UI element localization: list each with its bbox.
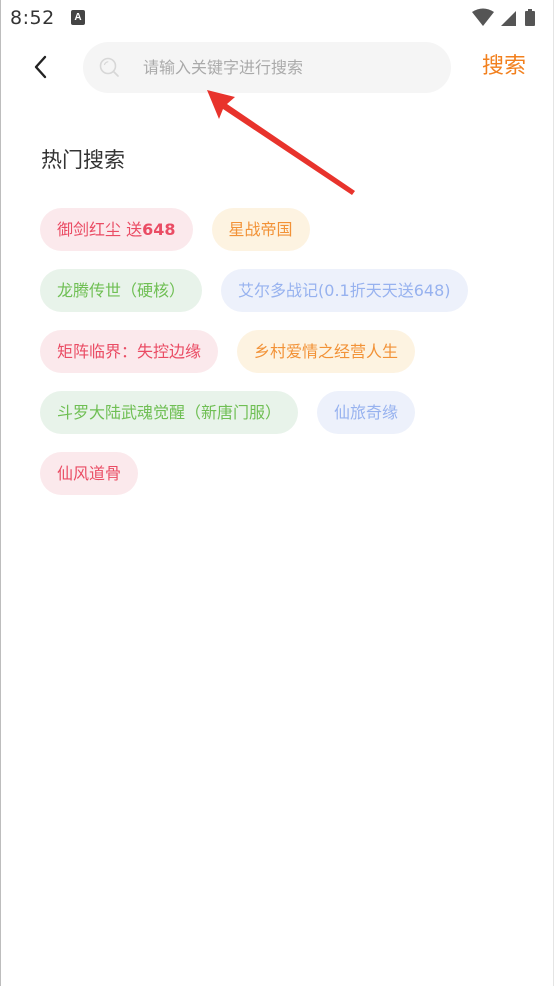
hot-search-tag-label: 乡村爱情之经营人生 [254,342,399,361]
back-button[interactable] [24,50,58,84]
chevron-left-icon [34,55,47,79]
search-icon [99,57,119,77]
hot-search-tag-label: 星战帝国 [228,220,293,239]
annotation-arrow [207,90,355,195]
notification-app-icon-letter: A [74,12,82,23]
hot-search-row: 龙腾传世（硬核） 艾尔多战记(0.1折天天送648) [40,269,520,312]
hot-search-tag[interactable]: 龙腾传世（硬核） [40,269,203,312]
hot-search-tag[interactable]: 艾尔多战记(0.1折天天送648) [221,269,468,312]
hot-search-tag-label: 艾尔多战记(0.1折天天送648) [238,281,451,300]
hot-search-tag-label: 仙风道骨 [57,464,122,483]
notification-app-icon: A [71,10,85,25]
search-button[interactable]: 搜索 [473,48,535,86]
hot-search-tag-label: 御剑红尘 送 [57,220,143,239]
hot-search-title: 热门搜索 [41,148,125,172]
hot-search-row: 矩阵临界：失控边缘 乡村爱情之经营人生 [40,330,520,373]
hot-search-row: 御剑红尘 送648 星战帝国 [40,208,520,251]
hot-search-row: 斗罗大陆武魂觉醒（新唐门服） 仙旅奇缘 [40,391,520,434]
hot-search-tag[interactable]: 斗罗大陆武魂觉醒（新唐门服） [40,391,299,434]
hot-search-tag-label: 矩阵临界：失控边缘 [57,342,202,361]
hot-search-tag[interactable]: 矩阵临界：失控边缘 [40,330,219,373]
signal-icon [501,11,516,26]
window-edge-left [0,0,1,986]
status-time: 8:52 [10,7,55,29]
hot-search-tag[interactable]: 星战帝国 [211,208,310,251]
hot-search-row: 仙风道骨 [40,452,520,495]
hot-search-tag-label: 斗罗大陆武魂觉醒（新唐门服） [57,403,282,422]
status-bar: 8:52 A [0,0,554,36]
hot-search-tag-label: 龙腾传世（硬核） [57,281,186,300]
hot-search-tag-suffix: 648 [142,220,176,239]
hot-search-tag-label: 仙旅奇缘 [334,403,399,422]
hot-search-tag[interactable]: 御剑红尘 送648 [40,208,193,251]
status-right-icons [472,8,535,26]
hot-search-tag[interactable]: 乡村爱情之经营人生 [237,330,416,373]
hot-search-tag[interactable]: 仙风道骨 [40,452,139,495]
wifi-icon [472,8,494,26]
battery-icon [525,9,535,26]
hot-search-tag[interactable]: 仙旅奇缘 [317,391,416,434]
hot-search-tag-list: 御剑红尘 送648 星战帝国龙腾传世（硬核） 艾尔多战记(0.1折天天送648) 矩阵… [40,208,520,513]
